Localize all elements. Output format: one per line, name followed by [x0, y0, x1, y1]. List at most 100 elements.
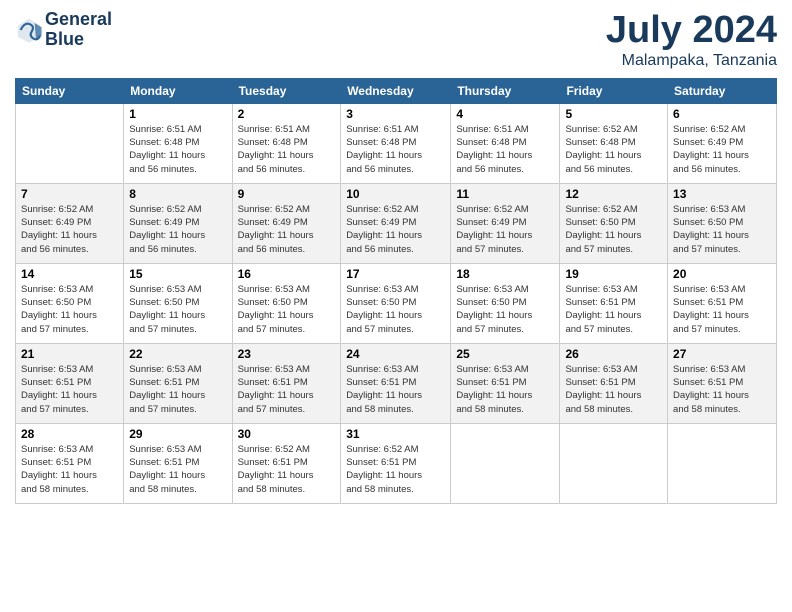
day-info: Sunrise: 6:53 AM Sunset: 6:51 PM Dayligh… [673, 283, 771, 336]
table-row: 17 Sunrise: 6:53 AM Sunset: 6:50 PM Dayli… [341, 263, 451, 343]
day-info: Sunrise: 6:53 AM Sunset: 6:51 PM Dayligh… [129, 363, 226, 416]
table-row: 24Sunrise: 6:53 AM Sunset: 6:51 PM Dayli… [341, 343, 451, 423]
table-row: 2 Sunrise: 6:51 AM Sunset: 6:48 PM Daylig… [232, 103, 341, 183]
day-info: Sunrise: 6:53 AM Sunset: 6:51 PM Dayligh… [456, 363, 554, 416]
day-info: Sunrise: 6:51 AM Sunset: 6:48 PM Dayligh… [346, 123, 445, 176]
day-info: Sunrise: 6:53 AM Sunset: 6:50 PM Dayligh… [673, 203, 771, 256]
day-info: Sunrise: 6:52 AM Sunset: 6:49 PM Dayligh… [346, 203, 445, 256]
table-row: 11 Sunrise: 6:52 AM Sunset: 6:49 PM Dayli… [451, 183, 560, 263]
table-row: 23Sunrise: 6:53 AM Sunset: 6:51 PM Dayli… [232, 343, 341, 423]
table-row: 5 Sunrise: 6:52 AM Sunset: 6:48 PM Daylig… [560, 103, 668, 183]
table-row [451, 423, 560, 503]
day-info: Sunrise: 6:51 AM Sunset: 6:48 PM Dayligh… [129, 123, 226, 176]
page: General Blue July 2024 Malampaka, Tanzan… [0, 0, 792, 612]
header: General Blue July 2024 Malampaka, Tanzan… [15, 10, 777, 70]
header-monday: Monday [124, 78, 232, 103]
day-number: 19 [565, 267, 662, 281]
table-row: 22Sunrise: 6:53 AM Sunset: 6:51 PM Dayli… [124, 343, 232, 423]
table-row: 7 Sunrise: 6:52 AM Sunset: 6:49 PM Daylig… [16, 183, 124, 263]
day-info: Sunrise: 6:53 AM Sunset: 6:51 PM Dayligh… [21, 363, 118, 416]
day-number: 9 [238, 187, 336, 201]
table-row: 31 Sunrise: 6:52 AM Sunset: 6:51 PM Dayli… [341, 423, 451, 503]
table-row: 6Sunrise: 6:52 AM Sunset: 6:49 PM Daylig… [668, 103, 777, 183]
day-number: 15 [129, 267, 226, 281]
day-info: Sunrise: 6:52 AM Sunset: 6:49 PM Dayligh… [238, 203, 336, 256]
table-row: 1 Sunrise: 6:51 AM Sunset: 6:48 PM Daylig… [124, 103, 232, 183]
table-row: 29 Sunrise: 6:53 AM Sunset: 6:51 PM Dayli… [124, 423, 232, 503]
day-number: 16 [238, 267, 336, 281]
day-info: Sunrise: 6:53 AM Sunset: 6:51 PM Dayligh… [673, 363, 771, 416]
table-row: 20 Sunrise: 6:53 AM Sunset: 6:51 PM Dayli… [668, 263, 777, 343]
table-row: 18Sunrise: 6:53 AM Sunset: 6:50 PM Dayli… [451, 263, 560, 343]
calendar-table: Sunday Monday Tuesday Wednesday Thursday… [15, 78, 777, 504]
header-thursday: Thursday [451, 78, 560, 103]
header-saturday: Saturday [668, 78, 777, 103]
day-info: Sunrise: 6:53 AM Sunset: 6:50 PM Dayligh… [346, 283, 445, 336]
table-row: 10 Sunrise: 6:52 AM Sunset: 6:49 PM Dayli… [341, 183, 451, 263]
table-row [668, 423, 777, 503]
table-row: 27 Sunrise: 6:53 AM Sunset: 6:51 PM Dayli… [668, 343, 777, 423]
table-row: 21 Sunrise: 6:53 AM Sunset: 6:51 PM Dayli… [16, 343, 124, 423]
header-tuesday: Tuesday [232, 78, 341, 103]
day-info: Sunrise: 6:53 AM Sunset: 6:51 PM Dayligh… [129, 443, 226, 496]
title-block: July 2024 Malampaka, Tanzania [606, 10, 777, 70]
logo-text: General Blue [45, 10, 112, 50]
week-row-4: 21 Sunrise: 6:53 AM Sunset: 6:51 PM Dayli… [16, 343, 777, 423]
day-info: Sunrise: 6:52 AM Sunset: 6:51 PM Dayligh… [346, 443, 445, 496]
day-number: 31 [346, 427, 445, 441]
header-friday: Friday [560, 78, 668, 103]
day-number: 5 [565, 107, 662, 121]
table-row: 13 Sunrise: 6:53 AM Sunset: 6:50 PM Dayli… [668, 183, 777, 263]
logo-line1: General [45, 10, 112, 30]
day-number: 17 [346, 267, 445, 281]
location-subtitle: Malampaka, Tanzania [606, 52, 777, 70]
table-row [560, 423, 668, 503]
day-number: 7 [21, 187, 118, 201]
day-number: 20 [673, 267, 771, 281]
day-number: 1 [129, 107, 226, 121]
table-row: 30 Sunrise: 6:52 AM Sunset: 6:51 PM Dayli… [232, 423, 341, 503]
day-number: 11 [456, 187, 554, 201]
day-number: 26 [565, 347, 662, 361]
day-info: Sunrise: 6:52 AM Sunset: 6:50 PM Dayligh… [565, 203, 662, 256]
table-row: 19Sunrise: 6:53 AM Sunset: 6:51 PM Dayli… [560, 263, 668, 343]
day-info: Sunrise: 6:53 AM Sunset: 6:51 PM Dayligh… [21, 443, 118, 496]
day-number: 27 [673, 347, 771, 361]
day-info: Sunrise: 6:52 AM Sunset: 6:49 PM Dayligh… [456, 203, 554, 256]
table-row: 14Sunrise: 6:53 AM Sunset: 6:50 PM Dayli… [16, 263, 124, 343]
table-row: 15Sunrise: 6:53 AM Sunset: 6:50 PM Dayli… [124, 263, 232, 343]
day-number: 28 [21, 427, 118, 441]
day-info: Sunrise: 6:51 AM Sunset: 6:48 PM Dayligh… [238, 123, 336, 176]
month-title: July 2024 [606, 10, 777, 52]
weekday-header-row: Sunday Monday Tuesday Wednesday Thursday… [16, 78, 777, 103]
day-number: 30 [238, 427, 336, 441]
day-info: Sunrise: 6:53 AM Sunset: 6:51 PM Dayligh… [565, 363, 662, 416]
day-info: Sunrise: 6:51 AM Sunset: 6:48 PM Dayligh… [456, 123, 554, 176]
day-info: Sunrise: 6:52 AM Sunset: 6:49 PM Dayligh… [673, 123, 771, 176]
header-wednesday: Wednesday [341, 78, 451, 103]
day-number: 2 [238, 107, 336, 121]
day-info: Sunrise: 6:52 AM Sunset: 6:48 PM Dayligh… [565, 123, 662, 176]
day-number: 3 [346, 107, 445, 121]
table-row: 16 Sunrise: 6:53 AM Sunset: 6:50 PM Dayli… [232, 263, 341, 343]
day-info: Sunrise: 6:52 AM Sunset: 6:51 PM Dayligh… [238, 443, 336, 496]
table-row: 9 Sunrise: 6:52 AM Sunset: 6:49 PM Daylig… [232, 183, 341, 263]
table-row: 28 Sunrise: 6:53 AM Sunset: 6:51 PM Dayli… [16, 423, 124, 503]
table-row: 3 Sunrise: 6:51 AM Sunset: 6:48 PM Daylig… [341, 103, 451, 183]
day-info: Sunrise: 6:52 AM Sunset: 6:49 PM Dayligh… [21, 203, 118, 256]
day-number: 25 [456, 347, 554, 361]
day-number: 21 [21, 347, 118, 361]
day-number: 29 [129, 427, 226, 441]
week-row-1: 1 Sunrise: 6:51 AM Sunset: 6:48 PM Daylig… [16, 103, 777, 183]
table-row: 12 Sunrise: 6:52 AM Sunset: 6:50 PM Dayli… [560, 183, 668, 263]
table-row: 8 Sunrise: 6:52 AM Sunset: 6:49 PM Daylig… [124, 183, 232, 263]
logo-line2: Blue [45, 30, 112, 50]
day-number: 10 [346, 187, 445, 201]
logo-icon [15, 16, 43, 44]
day-number: 12 [565, 187, 662, 201]
day-info: Sunrise: 6:53 AM Sunset: 6:50 PM Dayligh… [238, 283, 336, 336]
day-number: 13 [673, 187, 771, 201]
day-info: Sunrise: 6:52 AM Sunset: 6:49 PM Dayligh… [129, 203, 226, 256]
day-number: 18 [456, 267, 554, 281]
day-number: 8 [129, 187, 226, 201]
